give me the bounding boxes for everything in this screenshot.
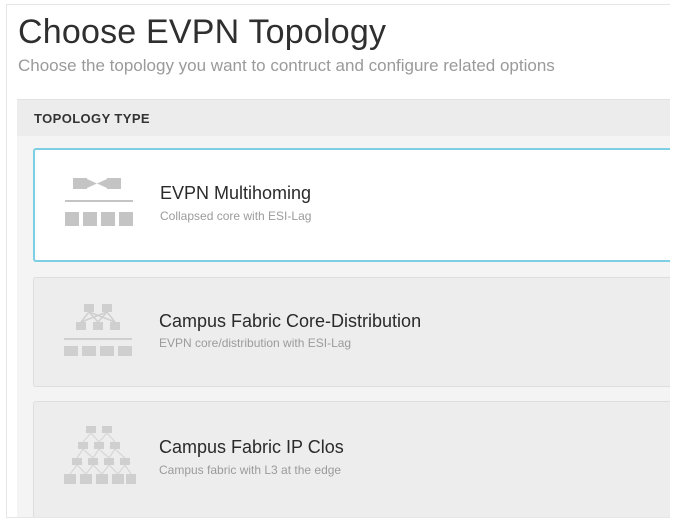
topology-description: Campus fabric with L3 at the edge [159,463,342,477]
page-subtitle: Choose the topology you want to contruct… [18,56,555,75]
topology-option-evpn-multihoming[interactable]: EVPN Multihoming Collapsed core with ESI… [33,148,670,262]
section-header-label: TOPOLOGY TYPE [34,111,150,126]
topology-panel: Choose EVPN Topology Choose the topology… [6,4,670,518]
core-distribution-icon [58,298,138,368]
evpn-multihoming-icon [59,170,139,240]
section-header: TOPOLOGY TYPE [17,99,670,136]
topology-description: Collapsed core with ESI-Lag [160,209,312,223]
page-title: Choose EVPN Topology [18,13,387,51]
topology-option-core-distribution[interactable]: Campus Fabric Core-Distribution EVPN cor… [33,277,670,387]
topology-title: Campus Fabric IP Clos [159,437,344,457]
topology-title: EVPN Multihoming [160,183,312,203]
topology-title: Campus Fabric Core-Distribution [159,311,422,331]
ip-clos-icon [58,422,138,492]
topology-description: EVPN core/distribution with ESI-Lag [159,336,352,350]
topology-option-ip-clos[interactable]: Campus Fabric IP Clos Campus fabric with… [33,401,670,517]
